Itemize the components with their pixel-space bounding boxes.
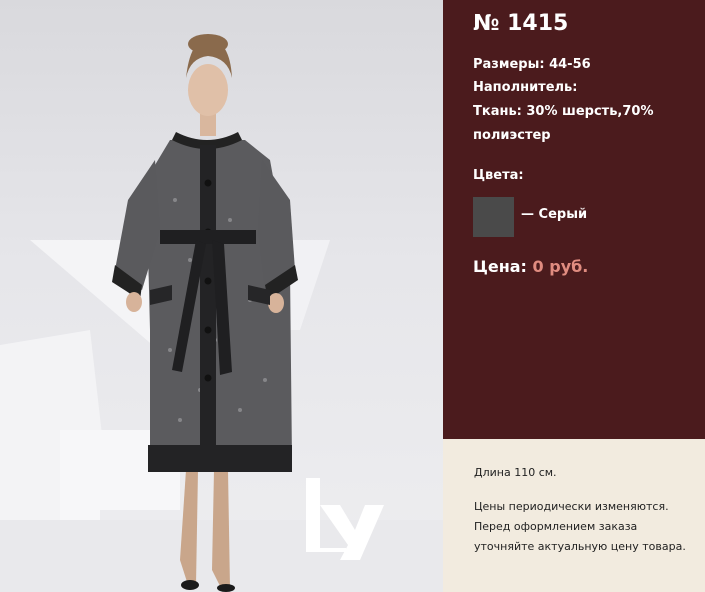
price-label: Цена: xyxy=(473,257,527,276)
fabric-text-line1: Ткань: 30% шерсть,70% xyxy=(473,104,654,119)
length-text: Длина 110 см. xyxy=(474,466,557,479)
fabric-text-line2: полиэстер xyxy=(473,128,551,143)
price: Цена: 0 руб. xyxy=(473,257,588,276)
product-title: № 1415 xyxy=(473,11,569,36)
notes-section: Длина 110 см. Цены периодически изменяют… xyxy=(443,439,705,592)
product-info-panel: № 1415 Размеры: 44-56 Наполнитель: Ткань… xyxy=(443,0,705,439)
filler-text: Наполнитель: xyxy=(473,80,578,95)
price-note-line1: Цены периодически изменяются. xyxy=(474,500,669,513)
price-note-line2: Перед оформлением заказа xyxy=(474,520,638,533)
color-name: — Серый xyxy=(521,207,588,222)
model-illustration xyxy=(0,34,443,592)
price-value: 0 руб. xyxy=(532,257,589,276)
product-photo xyxy=(0,0,443,592)
price-note-line3: уточняйте актуальную цену товара. xyxy=(474,540,686,553)
color-swatch-grey[interactable] xyxy=(473,197,514,237)
sizes-text: Размеры: 44-56 xyxy=(473,57,591,72)
colors-label: Цвета: xyxy=(473,168,524,183)
